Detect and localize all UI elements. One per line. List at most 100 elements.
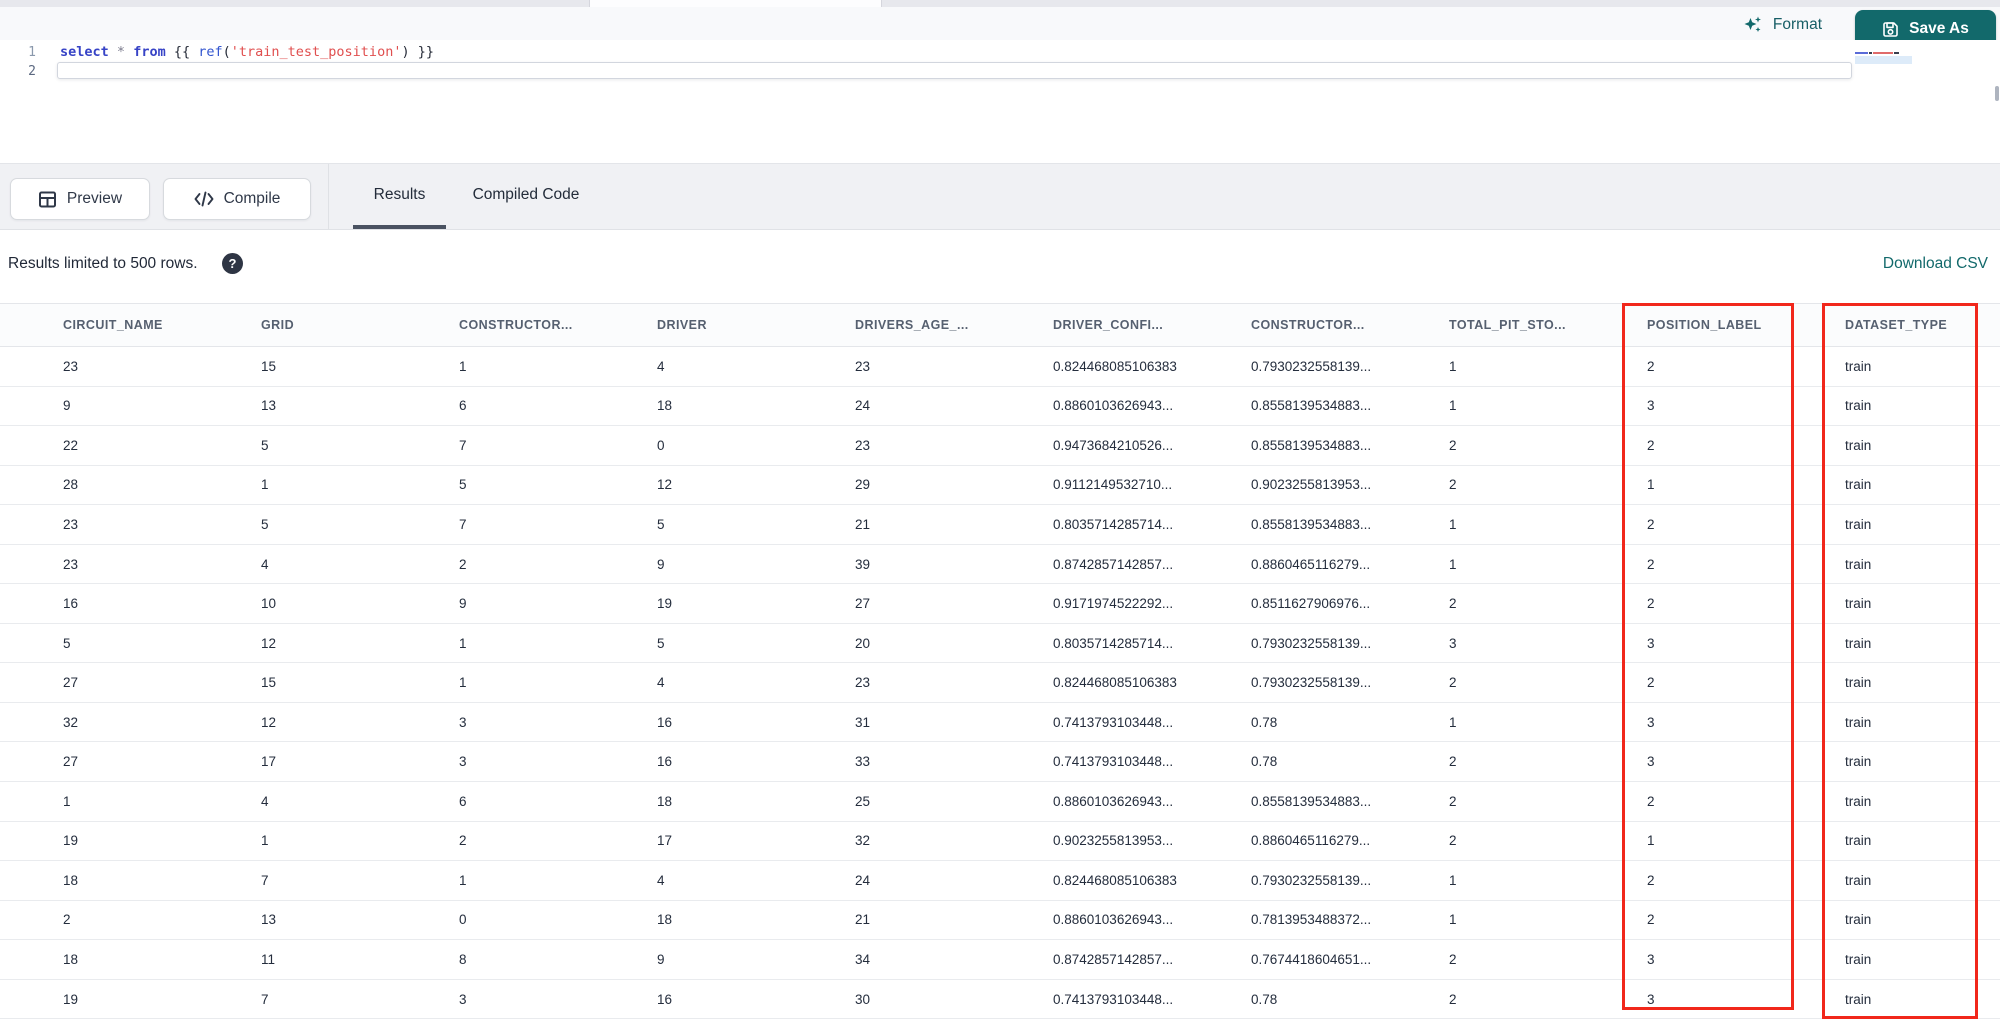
table-row: 16 10 9 19 27 0.9171974522292... 0.85116279069… xyxy=(0,584,2000,624)
table-cell: train xyxy=(1845,635,1872,651)
column-header[interactable]: DRIVER xyxy=(643,304,841,346)
table-row: 23 5 7 5 21 0.8035714285714... 0.8558139534883… xyxy=(0,505,2000,545)
column-header[interactable]: DRIVER_CONFI... xyxy=(1039,304,1237,346)
table-header-row: CIRCUIT_NAME GRID CONSTRUCTOR... DRIVER DRIV… xyxy=(0,303,2000,347)
sparkles-icon xyxy=(1743,15,1763,35)
table-cell: 2 xyxy=(1449,754,1457,770)
table-cell: 0.8742857142857... xyxy=(1053,951,1174,967)
table-cell: 1 xyxy=(459,675,467,691)
table-row: 27 15 1 4 23 0.824468085106383 0.7930232558139… xyxy=(0,663,2000,703)
code-line-1[interactable]: select * from {{ ref('train_test_positio… xyxy=(60,43,434,62)
table-cell: 0 xyxy=(459,912,467,928)
table-cell: train xyxy=(1845,793,1872,809)
table-cell: 1 xyxy=(1449,912,1457,928)
table-cell: 30 xyxy=(855,991,871,1007)
table-cell: 2 xyxy=(1647,437,1655,453)
column-header[interactable]: CONSTRUCTOR... xyxy=(1237,304,1435,346)
save-as-button-label: Save As xyxy=(1909,20,1969,37)
table-cell: 5 xyxy=(261,516,269,532)
table-cell: 27 xyxy=(855,596,871,612)
editor-scrollbar[interactable] xyxy=(1995,86,1999,101)
table-cell: 0.7413793103448... xyxy=(1053,754,1174,770)
column-header[interactable]: CIRCUIT_NAME xyxy=(49,304,247,346)
table-cell: 12 xyxy=(657,477,673,493)
editor-active-line[interactable] xyxy=(57,62,1852,79)
results-table: CIRCUIT_NAME GRID CONSTRUCTOR... DRIVER DRIV… xyxy=(0,303,2000,1020)
table-cell: 7 xyxy=(261,991,269,1007)
table-cell: 5 xyxy=(459,477,467,493)
table-cell: 2 xyxy=(1449,477,1457,493)
table-cell: 0.8860103626943... xyxy=(1053,398,1174,414)
column-header[interactable]: DATASET_TYPE xyxy=(1831,304,2000,346)
table-row: 28 1 5 12 29 0.9112149532710... 0.902325581395… xyxy=(0,465,2000,506)
table-cell: 23 xyxy=(63,358,79,374)
compile-button[interactable]: Compile xyxy=(163,178,311,220)
column-header[interactable]: CONSTRUCTOR... xyxy=(445,304,643,346)
table-cell: 1 xyxy=(63,793,71,809)
table-cell: 19 xyxy=(63,991,79,1007)
results-action-bar: Preview Compile Results Compiled Code xyxy=(0,164,2000,230)
table-cell: 3 xyxy=(1449,635,1457,651)
table-cell: 5 xyxy=(657,635,665,651)
line-number-1: 1 xyxy=(28,45,36,60)
table-cell: 9 xyxy=(63,398,71,414)
table-cell: 10 xyxy=(261,596,277,612)
table-cell: 2 xyxy=(1449,596,1457,612)
table-cell: 16 xyxy=(657,991,673,1007)
table-cell: 25 xyxy=(855,793,871,809)
column-header[interactable]: TOTAL_PIT_STO... xyxy=(1435,304,1633,346)
table-cell: 4 xyxy=(261,793,269,809)
tab-compiled-code[interactable]: Compiled Code xyxy=(465,164,587,226)
table-cell: 5 xyxy=(261,437,269,453)
table-cell: 1 xyxy=(1449,556,1457,572)
editor-minimap[interactable] xyxy=(1855,52,1912,64)
table-cell: 13 xyxy=(261,912,277,928)
table-cell: 0.7930232558139... xyxy=(1251,635,1372,651)
table-cell: 2 xyxy=(1449,833,1457,849)
column-header[interactable]: POSITION_LABEL xyxy=(1633,304,1831,346)
table-cell: 2 xyxy=(1647,872,1655,888)
table-cell: 0.8511627906976... xyxy=(1251,596,1371,612)
tab-results[interactable]: Results xyxy=(353,164,446,226)
table-cell: 2 xyxy=(1647,912,1655,928)
table-row: 32 12 3 16 31 0.7413793103448... 0.78 1 3 train xyxy=(0,702,2000,743)
download-csv-link[interactable]: Download CSV xyxy=(1883,255,1988,273)
format-button[interactable]: Format xyxy=(1743,11,1822,39)
table-cell: 3 xyxy=(1647,635,1655,651)
table-cell: 18 xyxy=(657,793,673,809)
table-cell: 0.78 xyxy=(1251,754,1278,770)
code-token-function: ref xyxy=(198,44,223,60)
table-cell: 3 xyxy=(1647,991,1655,1007)
table-cell: 0.8558139534883... xyxy=(1251,516,1372,532)
table-cell: 0.9112149532710... xyxy=(1053,477,1173,493)
active-file-tab[interactable] xyxy=(589,0,882,7)
table-cell: 3 xyxy=(459,991,467,1007)
table-cell: 9 xyxy=(657,556,665,572)
table-cell: 0.7930232558139... xyxy=(1251,872,1372,888)
table-cell: 3 xyxy=(459,754,467,770)
table-cell: 16 xyxy=(657,714,673,730)
help-icon[interactable]: ? xyxy=(222,253,243,274)
table-cell: 2 xyxy=(1647,516,1655,532)
table-cell: 21 xyxy=(855,516,871,532)
code-token-keyword: select xyxy=(60,44,109,60)
table-cell: 27 xyxy=(63,675,79,691)
table-cell: 24 xyxy=(855,872,871,888)
table-cell: 2 xyxy=(1647,793,1655,809)
table-cell: 2 xyxy=(1449,991,1457,1007)
table-cell: train xyxy=(1845,358,1872,374)
table-cell: 23 xyxy=(855,358,871,374)
table-cell: 2 xyxy=(63,912,71,928)
column-header[interactable]: GRID xyxy=(247,304,445,346)
code-token-plain: {{ xyxy=(165,44,199,60)
table-cell: 28 xyxy=(63,477,79,493)
table-body: 23 15 1 4 23 0.824468085106383 0.7930232558139… xyxy=(0,347,2000,1020)
code-editor[interactable]: 1 2 select * from {{ ref('train_test_pos… xyxy=(0,40,2000,164)
column-header[interactable]: DRIVERS_AGE_... xyxy=(841,304,1039,346)
table-row: 2 13 0 18 21 0.8860103626943... 0.781395348837… xyxy=(0,900,2000,941)
code-token-plain: ( xyxy=(222,44,231,60)
row-limit-text: Results limited to 500 rows. xyxy=(8,255,198,272)
table-cell: 39 xyxy=(855,556,871,572)
table-cell: 1 xyxy=(459,872,467,888)
preview-button[interactable]: Preview xyxy=(10,178,150,220)
